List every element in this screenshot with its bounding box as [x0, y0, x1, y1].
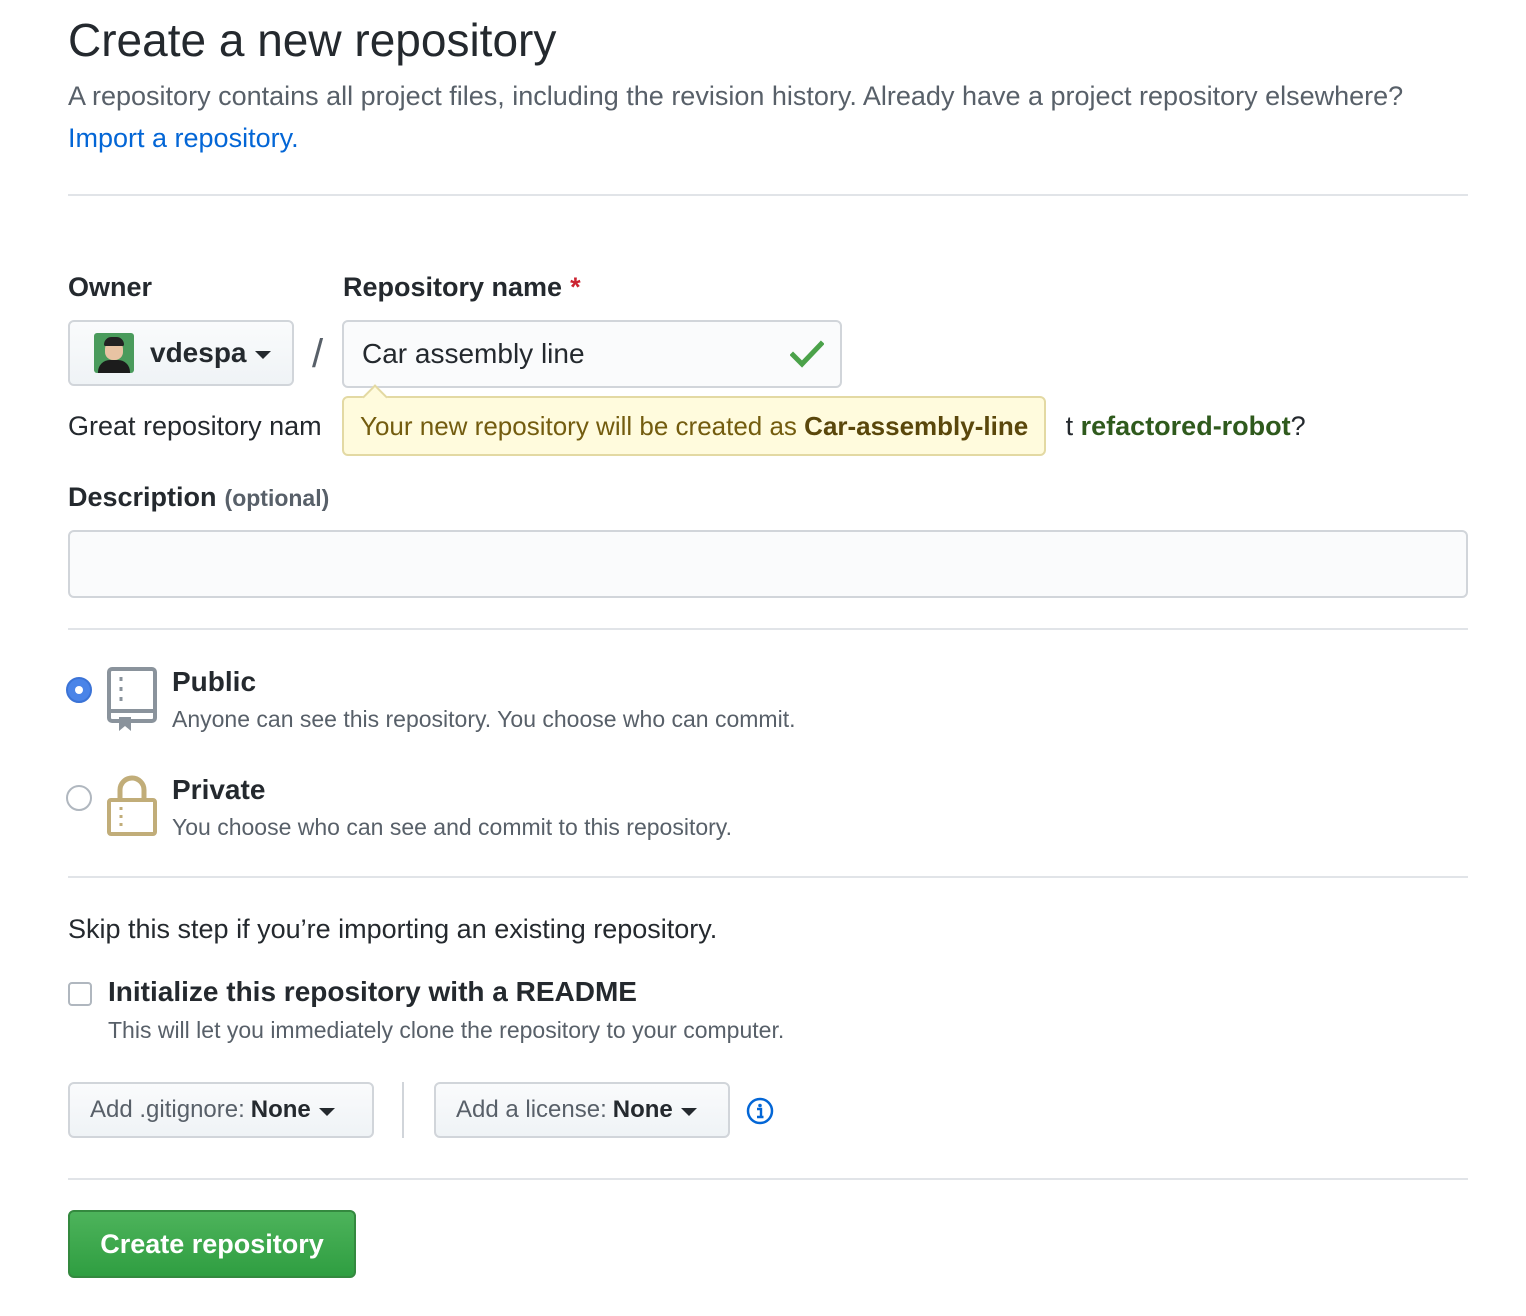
owner-repo-separator: /	[312, 332, 324, 376]
private-title: Private	[172, 774, 266, 805]
required-mark: *	[570, 272, 581, 302]
divider	[68, 876, 1468, 878]
readme-checkbox[interactable]	[68, 982, 92, 1006]
repo-name-label-text: Repository name	[343, 272, 563, 302]
repo-name-value: Car assembly line	[362, 338, 585, 369]
suggested-name-link[interactable]: refactored-robot	[1081, 411, 1291, 441]
hint-middle: t	[1065, 411, 1074, 441]
gitignore-dropdown[interactable]: Add .gitignore: None	[68, 1082, 374, 1138]
import-repository-link[interactable]: Import a repository.	[68, 123, 299, 153]
subtitle-text: A repository contains all project files,…	[68, 81, 1404, 111]
repo-icon	[107, 667, 157, 731]
public-radio[interactable]	[66, 677, 92, 703]
skip-step-note: Skip this step if you’re importing an ex…	[68, 914, 718, 944]
gitignore-value: None	[250, 1096, 311, 1123]
chevron-down-icon	[680, 1108, 697, 1116]
private-radio[interactable]	[66, 785, 92, 811]
repo-name-label: Repository name *	[343, 272, 581, 303]
public-title: Public	[172, 666, 257, 697]
private-description: You choose who can see and commit to thi…	[172, 814, 732, 840]
repo-name-tooltip: Your new repository will be created as C…	[342, 384, 1047, 456]
avatar	[94, 333, 134, 373]
public-description: Anyone can see this repository. You choo…	[172, 706, 796, 732]
hint-prefix: Great repository nam	[68, 411, 322, 441]
info-icon[interactable]	[746, 1097, 774, 1125]
page-subtitle: A repository contains all project files,…	[68, 75, 1468, 159]
chevron-down-icon	[254, 351, 271, 359]
owner-dropdown[interactable]: vdespa	[68, 320, 294, 386]
readme-label[interactable]: Initialize this repository with a README	[108, 976, 637, 1008]
optional-note: (optional)	[224, 485, 330, 511]
divider	[68, 1178, 1468, 1180]
create-repository-button[interactable]: Create repository	[68, 1210, 356, 1278]
description-label-text: Description	[68, 482, 217, 512]
owner-name: vdespa	[150, 337, 247, 368]
check-icon	[790, 340, 824, 368]
tooltip-repo-name: Car-assembly-line	[804, 411, 1029, 441]
divider	[68, 628, 1468, 630]
license-label: Add a license:	[456, 1096, 607, 1123]
description-input[interactable]	[68, 530, 1468, 598]
tooltip-text: Your new repository will be created as	[360, 411, 797, 441]
repo-name-input[interactable]: Car assembly line	[342, 320, 842, 388]
hint-suffix: ?	[1290, 411, 1306, 441]
divider	[68, 194, 1468, 196]
description-label: Description (optional)	[68, 482, 329, 513]
readme-description: This will let you immediately clone the …	[108, 1017, 785, 1043]
owner-label: Owner	[68, 272, 153, 302]
gitignore-label: Add .gitignore:	[90, 1096, 245, 1123]
page-title: Create a new repository	[68, 14, 557, 66]
divider	[402, 1082, 404, 1138]
license-value: None	[612, 1096, 673, 1123]
lock-icon	[107, 775, 157, 836]
license-dropdown[interactable]: Add a license: None	[434, 1082, 730, 1138]
chevron-down-icon	[318, 1108, 335, 1116]
